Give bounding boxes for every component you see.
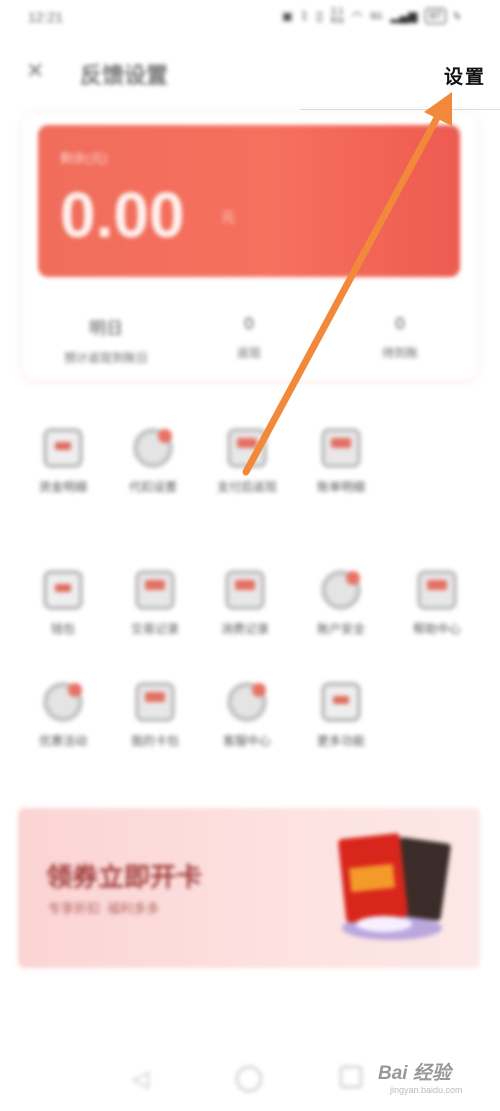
grid-item-cashback[interactable]: 支付后返现 <box>202 428 292 495</box>
status-time: 12:21 <box>28 9 64 25</box>
stat-value: 明日 <box>89 319 123 338</box>
page-title: 反馈设置 <box>80 63 169 88</box>
grid-item-transactions[interactable]: 交易记录 <box>110 570 200 637</box>
grid-label: 更多功能 <box>316 734 365 748</box>
charging-icon: ϟ <box>453 9 460 23</box>
status-icons: ▣ ᛒ ▯ 2.1 K/s ◠ 5G ▂▄▆ 97 ϟ <box>282 7 460 25</box>
grid-item-security[interactable]: 账户安全 <box>296 570 386 637</box>
grid-label: 交易记录 <box>130 622 179 636</box>
stat-label: 待到账 <box>381 346 418 360</box>
stat-value: 0 <box>395 314 405 333</box>
close-icon[interactable]: ✕ <box>26 58 44 84</box>
bluetooth-icon: ᛒ <box>301 9 309 23</box>
grid-label: 帮助中心 <box>412 622 461 636</box>
grid-label: 钱包 <box>50 622 75 636</box>
banner-subtitle: 专享折扣 福利多多 <box>48 901 160 916</box>
stat-return-date[interactable]: 明日 预计返现到账日 <box>46 314 166 366</box>
stat-pending[interactable]: 0 待到账 <box>340 314 460 361</box>
grid-item-cards[interactable]: 我的卡包 <box>110 682 200 749</box>
grid-label: 账单明细 <box>316 480 365 494</box>
card-illustration-icon <box>338 833 451 940</box>
card-icon <box>43 570 83 610</box>
grid-label: 优惠活动 <box>38 734 87 748</box>
grid-item-offers[interactable]: 优惠活动 <box>18 682 108 749</box>
grid-item-consumption[interactable]: 消费记录 <box>200 570 290 637</box>
grid-item-service[interactable]: 客服中心 <box>202 682 292 749</box>
grid-item-bill[interactable]: 账单明细 <box>296 428 386 495</box>
grid-label: 账户安全 <box>316 622 365 636</box>
grid-item-auto-debit[interactable]: 代扣设置 <box>108 428 198 495</box>
balance-amount: 0.00 <box>60 179 185 251</box>
wifi-icon: ◠ <box>351 9 363 23</box>
grid-item-funds[interactable]: 资金明细 <box>18 428 108 495</box>
grid-label: 客服中心 <box>222 734 271 748</box>
grid-item-more[interactable]: 更多功能 <box>296 682 386 749</box>
grid-label: 支付后返现 <box>216 480 277 494</box>
watermark-logo: Bai 经验 <box>378 1063 451 1084</box>
grid-label: 代扣设置 <box>128 480 177 494</box>
banner-title: 领券立即开卡 <box>46 862 203 892</box>
network-type: 5G <box>370 11 383 21</box>
battery-level: 97 <box>425 8 446 24</box>
vibrate-icon: ▯ <box>316 9 323 23</box>
header-divider <box>300 109 500 110</box>
wallet-icon <box>135 682 175 722</box>
coupon-icon <box>43 682 83 722</box>
doc-icon <box>417 570 457 610</box>
balance-label: 剩余(元) <box>60 151 108 166</box>
clock-icon <box>133 428 173 468</box>
grid-item-help[interactable]: 帮助中心 <box>392 570 482 637</box>
shield-icon <box>321 570 361 610</box>
stat-value: 0 <box>244 314 254 333</box>
grid-label: 资金明细 <box>38 480 87 494</box>
grid-label: 我的卡包 <box>130 734 179 748</box>
bill-icon <box>321 428 361 468</box>
receipt-icon <box>135 570 175 610</box>
nfc-icon: ▣ <box>281 9 294 23</box>
watermark-url: jingyan.baidu.com <box>390 1085 463 1095</box>
status-bar: 12:21 ▣ ᛒ ▯ 2.1 K/s ◠ 5G ▂▄▆ 97 ϟ <box>0 0 500 34</box>
stat-label: 预计返现到账日 <box>63 351 148 365</box>
back-icon[interactable]: ◁ <box>132 1066 158 1092</box>
recents-icon[interactable] <box>340 1066 362 1088</box>
home-icon[interactable] <box>236 1066 262 1092</box>
settings-button[interactable]: 设置 <box>444 62 486 89</box>
grid-item-wallet[interactable]: 钱包 <box>18 570 108 637</box>
net-speed: 2.1 K/s <box>330 6 344 25</box>
wallet-icon <box>43 428 83 468</box>
calendar-icon <box>225 570 265 610</box>
more-icon <box>321 682 361 722</box>
signal-icon: ▂▄▆ <box>390 9 418 23</box>
grid-label: 消费记录 <box>220 622 269 636</box>
service-icon <box>227 682 267 722</box>
balance-unit: 元 <box>221 209 235 225</box>
gift-icon <box>227 428 267 468</box>
stat-label: 返现 <box>236 346 261 360</box>
stat-cashback[interactable]: 0 返现 <box>189 314 309 361</box>
